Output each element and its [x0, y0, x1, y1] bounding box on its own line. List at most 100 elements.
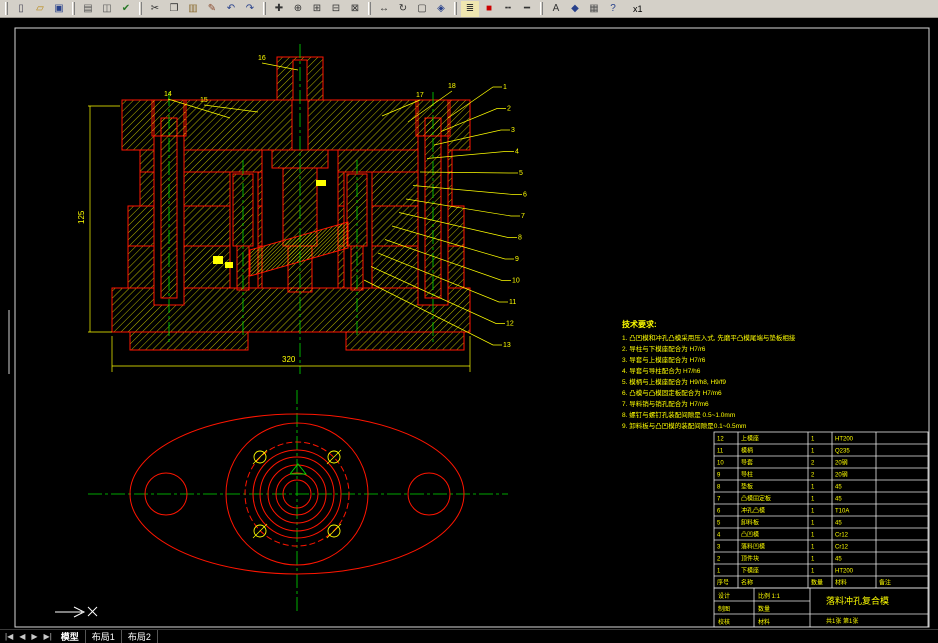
tech-req-line-9: 9. 卸料板与凸凹模的装配间隙是0.1~0.5mm	[622, 421, 746, 430]
layout-tab-layout1[interactable]: 布局1	[86, 630, 122, 643]
cad-application-window: ▯ ▱ ▣ ▤ ◫ ✔ ✂ ❐ ▥ ✎ ↶ ↷ ✚ ⊕ ⊞ ⊟ ⊠ ↔ ↻ ▢ ◈ ≣ ■ ╍ ━ A ◆ ▦? x1	[0, 0, 938, 643]
table-cell: 12	[717, 437, 724, 443]
layers-button[interactable]: ≣	[461, 0, 479, 17]
properties-button[interactable]: ▦	[585, 1, 603, 17]
toolbar-grip[interactable]	[368, 2, 371, 15]
3d-orbit-button[interactable]: ◈	[432, 1, 450, 17]
table-cell: 1	[717, 569, 721, 575]
zoom-realtime-button[interactable]: ⊕	[289, 1, 307, 17]
zoom-previous-button[interactable]: ⊟	[327, 1, 345, 17]
layout-tab-layout2[interactable]: 布局2	[122, 630, 158, 643]
table-cell: 1	[811, 449, 815, 455]
redo-button[interactable]: ↷	[241, 1, 259, 17]
table-cell: 名称	[741, 579, 753, 587]
tech-req-line-3: 3. 导套与上模座配合为 H7/r6	[622, 355, 706, 364]
help-button[interactable]: ?	[604, 1, 622, 17]
part-callout-2: 2	[507, 106, 511, 113]
tech-req-line-7: 7. 导料销与销孔配合为 H7/m6	[622, 399, 709, 408]
table-cell: 垫板	[741, 483, 753, 491]
table-cell: Cr12	[835, 533, 849, 539]
tab-nav-3[interactable]: ▶|	[41, 632, 55, 641]
pan-button[interactable]: ✚	[270, 1, 288, 17]
table-cell: 1	[811, 545, 815, 551]
toolbar-grip[interactable]	[5, 2, 8, 15]
print-preview-button[interactable]: ◫	[98, 1, 116, 17]
color-control-button[interactable]: ■	[480, 1, 498, 17]
table-cell: 顶件块	[741, 555, 759, 563]
zoom-extents-button[interactable]: ⊠	[346, 1, 364, 17]
save-button[interactable]: ▣	[50, 1, 68, 17]
table-cell: 1	[811, 485, 815, 491]
tech-req-line-4: 4. 导套与导柱配合为 H7/h6	[622, 366, 701, 375]
new-file-button[interactable]: ▯	[12, 1, 30, 17]
table-cell: 5	[717, 521, 721, 527]
table-cell: 8	[717, 485, 721, 491]
table-cell: 20钢	[835, 471, 848, 479]
part-callout-10: 10	[512, 278, 520, 285]
table-cell: 序号	[717, 579, 729, 587]
named-views-button[interactable]: ▢	[413, 1, 431, 17]
tab-nav-2[interactable]: ▶	[28, 632, 40, 641]
table-cell: 1	[811, 533, 815, 539]
table-cell: 导套	[741, 459, 753, 467]
toolbar-grip[interactable]	[263, 2, 266, 15]
part-callout-3: 3	[511, 127, 515, 134]
sheet-cell: 共1张 第1张	[826, 617, 858, 625]
tab-nav-1[interactable]: ◀	[16, 632, 28, 641]
table-cell: 冲孔凸模	[741, 507, 765, 515]
table-cell: 45	[835, 497, 842, 503]
redraw-button[interactable]: ↻	[394, 1, 412, 17]
toolbar-grip[interactable]	[540, 2, 543, 15]
table-cell: T10A	[835, 509, 849, 515]
table-cell: 11	[717, 449, 724, 455]
layout-tab-model[interactable]: 模型	[55, 630, 86, 643]
table-cell: 45	[835, 557, 842, 563]
toolbar-grip[interactable]	[72, 2, 75, 15]
part-callout-5: 5	[519, 170, 523, 177]
title-field-label: 校核	[718, 618, 730, 626]
block-insert-button[interactable]: ◆	[566, 1, 584, 17]
drawing-canvas[interactable]: 1 2 3 4 5 6 7 8 9 10 11 12 13 14 15 16 17 18 320 125 技术要求: 1.…	[0, 18, 938, 629]
table-cell: 卸料板	[741, 519, 759, 527]
spell-check-button[interactable]: ✔	[117, 1, 135, 17]
text-button[interactable]: A	[547, 1, 565, 17]
table-cell: 3	[717, 545, 721, 551]
section-view	[88, 44, 471, 374]
match-properties-button[interactable]: ✎	[203, 1, 221, 17]
open-folder-button[interactable]: ▱	[31, 1, 49, 17]
table-cell: 2	[811, 461, 815, 467]
tech-req-line-6: 6. 凸模与凸模固定板配合为 H7/m6	[622, 388, 722, 397]
part-callout-14: 14	[164, 91, 172, 98]
scale-cell: 比例 1:1	[758, 592, 781, 600]
table-cell: 45	[835, 485, 842, 491]
part-callout-9: 9	[515, 256, 519, 263]
paste-button[interactable]: ▥	[184, 1, 202, 17]
qty-cell: 数量	[758, 605, 770, 613]
table-cell: 1	[811, 437, 815, 443]
undo-button[interactable]: ↶	[222, 1, 240, 17]
table-cell: 1	[811, 497, 815, 503]
distance-button[interactable]: ↔	[375, 1, 393, 17]
table-cell: 7	[717, 497, 721, 503]
toolbar-grip[interactable]	[139, 2, 142, 15]
plot-button[interactable]: ▤	[79, 1, 97, 17]
table-cell: 45	[835, 521, 842, 527]
copy-button[interactable]: ❐	[165, 1, 183, 17]
lineweight-button[interactable]: ━	[518, 1, 536, 17]
table-cell: 1	[811, 521, 815, 527]
table-cell: 材料	[835, 579, 847, 587]
plan-view	[88, 390, 508, 612]
tech-req-line-8: 8. 螺钉与螺钉孔装配间隙是 0.5~1.0mm	[622, 410, 735, 419]
table-cell: 4	[717, 533, 721, 539]
tab-nav-0[interactable]: |◀	[2, 632, 16, 641]
cut-button[interactable]: ✂	[146, 1, 164, 17]
table-cell: 2	[717, 557, 721, 563]
part-callout-11: 11	[509, 299, 516, 306]
dim-width-label: 320	[282, 355, 296, 364]
drawing-svg: 123456789101112131415161718320125技术要求:1.…	[8, 27, 930, 628]
table-cell: 下模座	[741, 567, 759, 575]
part-callout-12: 12	[506, 321, 514, 328]
toolbar-grip[interactable]	[454, 2, 457, 15]
zoom-window-button[interactable]: ⊞	[308, 1, 326, 17]
linetype-button[interactable]: ╍	[499, 1, 517, 17]
